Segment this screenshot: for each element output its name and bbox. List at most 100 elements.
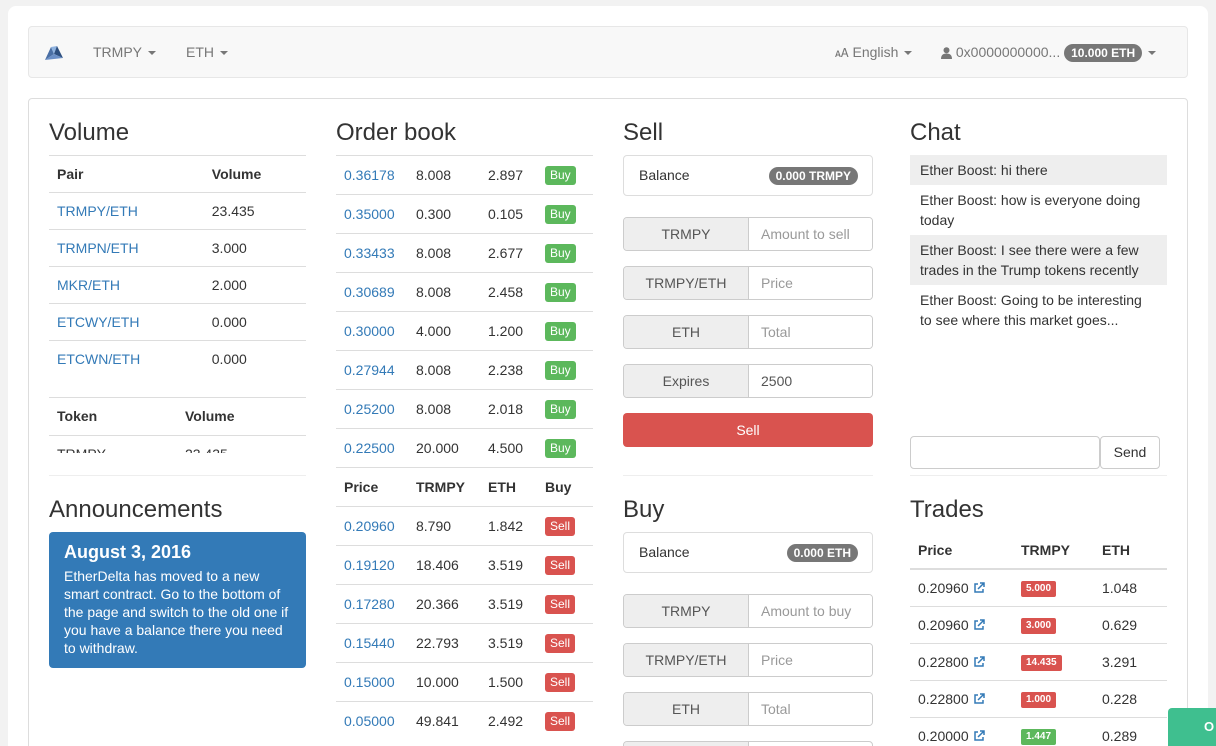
order-price-link[interactable]: 0.15000 bbox=[344, 674, 395, 690]
sell-price-addon: TRMPY/ETH bbox=[624, 267, 749, 299]
buy-price-input[interactable] bbox=[749, 644, 872, 676]
pair-link[interactable]: ETCWY/ETH bbox=[57, 314, 139, 330]
buy-button[interactable]: Buy bbox=[545, 438, 576, 458]
order-price-link[interactable]: 0.15440 bbox=[344, 635, 395, 651]
pair-link[interactable]: TRMPY/ETH bbox=[57, 203, 138, 219]
trades-title: Trades bbox=[910, 496, 984, 523]
order-row[interactable]: 0.35000 0.300 0.105 Buy bbox=[336, 194, 593, 234]
order-price-link[interactable]: 0.25200 bbox=[344, 401, 395, 417]
trade-amount-header: TRMPY bbox=[1021, 542, 1070, 558]
sell-button[interactable]: Sell bbox=[545, 594, 576, 614]
pair-link[interactable]: MKR/ETH bbox=[57, 277, 120, 293]
order-price-link[interactable]: 0.17280 bbox=[344, 596, 395, 612]
order-price-link[interactable]: 0.20960 bbox=[344, 518, 395, 534]
orderbook-title: Order book bbox=[336, 119, 457, 146]
table-row[interactable]: TRMPY/ETH 23.435 bbox=[49, 192, 306, 230]
trade-price: 0.20000 bbox=[918, 727, 969, 744]
buy-balance-label: Balance bbox=[639, 544, 690, 560]
corner-action-button[interactable]: O bbox=[1168, 708, 1216, 746]
table-row[interactable]: ETCWY/ETH 0.000 bbox=[49, 303, 306, 341]
order-row[interactable]: 0.30000 4.000 1.200 Buy bbox=[336, 311, 593, 351]
external-link-icon[interactable] bbox=[973, 582, 985, 594]
external-link-icon[interactable] bbox=[973, 655, 985, 668]
sell-button[interactable]: Sell bbox=[545, 555, 576, 575]
table-row[interactable]: TRMPN/ETH 3.000 bbox=[49, 229, 306, 267]
language-dropdown[interactable]: 🗚 English bbox=[835, 27, 913, 77]
buy-button[interactable]: Buy bbox=[545, 282, 576, 302]
chat-message: Ether Boost: hi there bbox=[910, 155, 1167, 185]
buy-button[interactable]: Buy bbox=[545, 204, 576, 224]
order-price-link[interactable]: 0.27944 bbox=[344, 362, 395, 378]
external-link-icon[interactable] bbox=[973, 618, 985, 631]
buy-price-group: TRMPY/ETH bbox=[623, 643, 873, 677]
order-price-link[interactable]: 0.19120 bbox=[344, 557, 395, 573]
order-price-link[interactable]: 0.36178 bbox=[344, 167, 395, 183]
base-dropdown-label: ETH bbox=[186, 44, 214, 60]
token-volume: 23.435 bbox=[177, 435, 306, 453]
buy-total-input[interactable] bbox=[749, 693, 872, 725]
order-eth: 2.018 bbox=[488, 401, 524, 417]
order-row[interactable]: 0.30689 8.008 2.458 Buy bbox=[336, 272, 593, 312]
order-row[interactable]: 0.19120 18.406 3.519 Sell bbox=[336, 545, 593, 585]
token-dropdown[interactable]: TRMPY bbox=[93, 27, 156, 77]
order-row[interactable]: 0.33433 8.008 2.677 Buy bbox=[336, 233, 593, 273]
order-row[interactable]: 0.25200 8.008 2.018 Buy bbox=[336, 389, 593, 429]
trade-eth: 0.289 bbox=[1102, 727, 1138, 744]
order-price-link[interactable]: 0.35000 bbox=[344, 206, 395, 222]
sell-button[interactable]: Sell bbox=[545, 633, 576, 653]
order-row[interactable]: 0.15000 10.000 1.500 Sell bbox=[336, 662, 593, 702]
order-row[interactable]: 0.36178 8.008 2.897 Buy bbox=[336, 155, 593, 195]
sell-total-input[interactable] bbox=[749, 316, 872, 348]
table-row[interactable]: MKR/ETH 2.000 bbox=[49, 266, 306, 304]
buy-button[interactable]: Buy bbox=[545, 243, 576, 263]
external-link-icon[interactable] bbox=[973, 692, 985, 705]
pair-link[interactable]: ETCWN/ETH bbox=[57, 351, 140, 367]
buy-amount-input[interactable] bbox=[749, 595, 872, 627]
buy-amount-addon: TRMPY bbox=[624, 595, 749, 627]
buy-button[interactable]: Buy bbox=[545, 360, 576, 380]
sell-title: Sell bbox=[623, 119, 664, 146]
trade-form-column: Sell Balance 0.000 TRMPY TRMPY TRMPY/ETH… bbox=[623, 99, 880, 746]
sell-button[interactable]: Sell bbox=[545, 711, 576, 731]
account-dropdown[interactable]: 0x0000000000... 10.000 ETH bbox=[941, 27, 1157, 77]
order-row[interactable]: 0.05000 49.841 2.492 Sell bbox=[336, 701, 593, 741]
buy-total-addon: ETH bbox=[624, 693, 749, 725]
chat-input[interactable] bbox=[910, 436, 1100, 469]
chat-messages[interactable]: Ether Boost: hi there Ether Boost: how i… bbox=[910, 155, 1167, 425]
brand-logo[interactable] bbox=[43, 27, 65, 77]
sell-price-input[interactable] bbox=[749, 267, 872, 299]
buy-button[interactable]: Buy bbox=[545, 165, 576, 185]
order-price-link[interactable]: 0.30689 bbox=[344, 284, 395, 300]
table-row[interactable]: ETCWN/ETH 0.000 bbox=[49, 340, 306, 378]
order-price-link[interactable]: 0.22500 bbox=[344, 440, 395, 456]
sell-amount-input[interactable] bbox=[749, 218, 872, 250]
chat-send-button[interactable]: Send bbox=[1100, 436, 1160, 469]
announcement-box: August 3, 2016 EtherDelta has moved to a… bbox=[49, 532, 306, 668]
pair-link[interactable]: TRMPN/ETH bbox=[57, 240, 139, 256]
account-balance-badge: 10.000 ETH bbox=[1064, 44, 1143, 63]
external-link-icon[interactable] bbox=[973, 730, 985, 742]
order-row[interactable]: 0.20960 8.790 1.842 Sell bbox=[336, 506, 593, 546]
order-price-link[interactable]: 0.30000 bbox=[344, 323, 395, 339]
token-volume-scroll[interactable]: Token Volume TRMPY23.435 bbox=[49, 397, 306, 453]
order-price-link[interactable]: 0.33433 bbox=[344, 245, 395, 261]
buy-button[interactable]: Buy bbox=[545, 321, 576, 341]
order-price-link[interactable]: 0.05000 bbox=[344, 713, 395, 729]
trade-amount-badge: 3.000 bbox=[1021, 618, 1057, 634]
order-row[interactable]: 0.27944 8.008 2.238 Buy bbox=[336, 350, 593, 390]
sell-button[interactable]: Sell bbox=[545, 672, 576, 692]
buy-expires-group bbox=[623, 741, 873, 746]
translate-icon: 🗚 bbox=[835, 46, 849, 60]
chevron-down-icon bbox=[1148, 51, 1157, 56]
sell-expires-input[interactable] bbox=[749, 365, 872, 397]
order-row[interactable]: 0.22500 20.000 4.500 Buy bbox=[336, 428, 593, 468]
order-row[interactable]: 0.15440 22.793 3.519 Sell bbox=[336, 623, 593, 663]
main-panel: Volume Pair Volume TRMPY/ETH 23.435 TRMPN… bbox=[28, 98, 1188, 746]
base-dropdown[interactable]: ETH bbox=[186, 27, 228, 77]
order-eth: 1.200 bbox=[488, 323, 524, 339]
buy-button[interactable]: Buy bbox=[545, 399, 576, 419]
order-row[interactable]: 0.17280 20.366 3.519 Sell bbox=[336, 584, 593, 624]
sell-button[interactable]: Sell bbox=[623, 413, 873, 447]
sell-button[interactable]: Sell bbox=[545, 516, 576, 536]
order-eth: 2.677 bbox=[488, 245, 524, 261]
